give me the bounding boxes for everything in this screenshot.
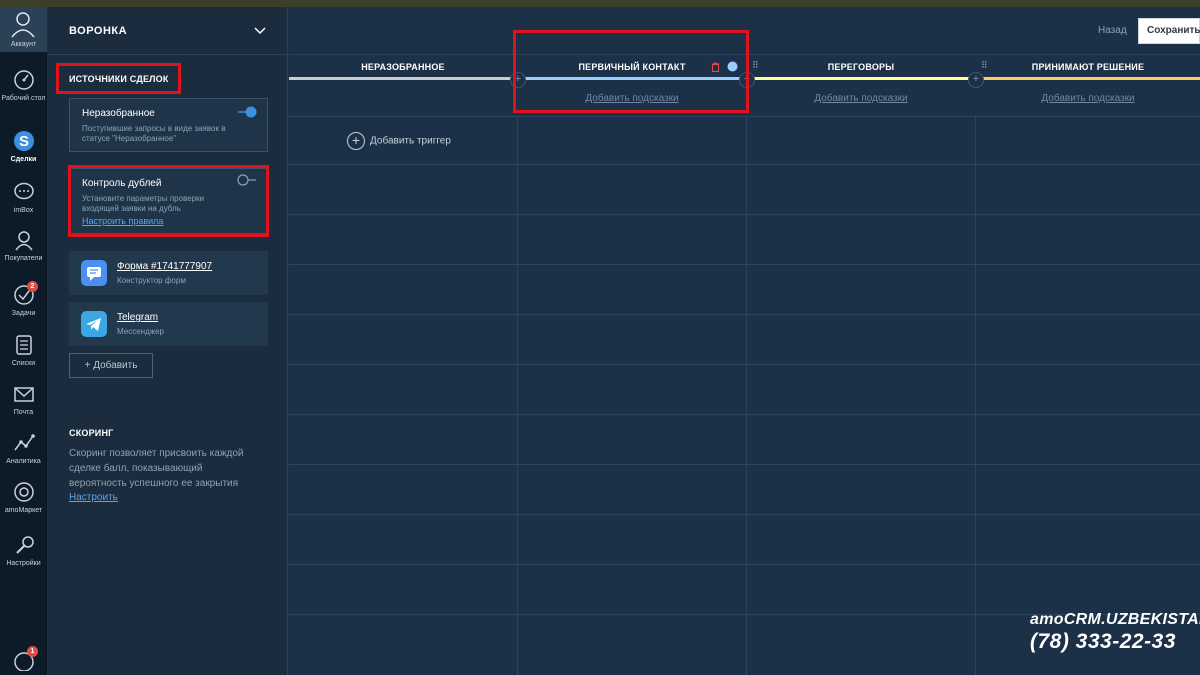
account-avatar-icon (0, 7, 47, 41)
customers-icon (14, 231, 33, 251)
nav-market[interactable]: amoМаркет (0, 481, 47, 515)
column-deciding: ⠿ ПРИНИМАЮТ РЕШЕНИЕ Добавить подсказки (976, 55, 1200, 116)
watermark-brand: amoCRM.UZBEKISTAN (1030, 611, 1200, 628)
nav-lists[interactable]: Списки (0, 334, 47, 368)
add-hints-link[interactable]: Добавить подсказки (976, 93, 1200, 104)
tasks-badge: 2 (27, 281, 38, 292)
nav-label: Аналитика (6, 458, 41, 465)
nav-settings[interactable]: Настройки (0, 534, 47, 568)
nav-customers[interactable]: Покупатели (0, 229, 47, 263)
nav-notifications[interactable]: 1 (0, 646, 47, 674)
column-color-bar (289, 77, 517, 80)
watermark-phone: (78) 333-22-33 (1030, 630, 1176, 653)
telegram-icon (81, 311, 107, 337)
unsorted-title: Неразобранное (82, 108, 155, 119)
nav-analytics[interactable]: Аналитика (0, 432, 47, 466)
top-strip (0, 0, 1200, 7)
grid-line (289, 414, 1200, 415)
deals-icon: S (13, 131, 34, 151)
highlight-box (513, 30, 749, 113)
nav-label: Задачи (11, 310, 36, 317)
market-icon (13, 482, 34, 502)
source-name[interactable]: Telegram (117, 312, 158, 323)
source-sub: Мессенджер (117, 327, 164, 336)
grid-line (289, 564, 1200, 565)
nav-label: Сделки (10, 156, 37, 163)
nav-label: Настройки (6, 560, 41, 567)
mail-icon (13, 387, 34, 402)
chat-icon (13, 182, 34, 200)
add-source-button[interactable]: + Добавить (69, 353, 153, 378)
grid-line (517, 116, 518, 675)
account-button[interactable]: Аккаунт (0, 7, 47, 52)
grid-line (289, 364, 1200, 365)
grid-line (289, 264, 1200, 265)
source-sub: Конструктор форм (117, 276, 186, 285)
nav-label: amoМаркет (4, 507, 43, 514)
svg-text:S: S (18, 133, 28, 150)
watermark: amoCRM.UZBEKISTAN (78) 333-22-33 (1030, 611, 1200, 654)
source-item-telegram[interactable]: Telegram Мессенджер (69, 302, 268, 346)
source-name[interactable]: Форма #1741777907 (117, 261, 212, 272)
plus-circle-icon: + (347, 132, 365, 150)
plus-icon: + (84, 360, 94, 371)
nav-label: Рабочий стол (1, 95, 46, 102)
nav-label: imBox (13, 207, 34, 214)
nav-dashboard[interactable]: Рабочий стол (0, 69, 47, 103)
grid-line (289, 464, 1200, 465)
grid-line (289, 314, 1200, 315)
analytics-icon (13, 434, 35, 451)
add-stage-button[interactable]: + (968, 72, 984, 88)
scoring-configure-link[interactable]: Настроить (69, 492, 118, 503)
grid-line (289, 214, 1200, 215)
highlight-box (68, 165, 269, 237)
nav-label: Почта (13, 409, 34, 416)
column-color-bar (976, 77, 1200, 80)
add-trigger-label: Добавить триггер (370, 135, 451, 147)
scoring-desc: Скоринг позволяет присвоить каждой сделк… (69, 448, 244, 489)
add-hints-link[interactable]: Добавить подсказки (747, 93, 975, 104)
unsorted-card: Неразобранное Поступившие запросы в виде… (69, 98, 268, 152)
grid-line (975, 116, 976, 675)
scoring-title: СКОРИНГ (69, 428, 114, 438)
column-color-bar (747, 77, 975, 80)
source-item-form[interactable]: Форма #1741777907 Конструктор форм (69, 251, 268, 295)
add-source-label: Добавить (93, 360, 138, 371)
unsorted-desc: Поступившие запросы в виде заявок в стат… (82, 124, 226, 143)
column-title[interactable]: ПРИНИМАЮТ РЕШЕНИЕ (976, 62, 1200, 72)
settings-icon (15, 536, 34, 554)
column-title: НЕРАЗОБРАННОЕ (361, 62, 445, 72)
notifications-badge: 1 (27, 646, 38, 657)
nav-imbox[interactable]: imBox (0, 181, 47, 215)
nav-mail[interactable]: Почта (0, 383, 47, 417)
grid-line (746, 116, 747, 675)
left-nav-rail: Аккаунт Рабочий стол S Сделки imBox Поку… (0, 7, 47, 675)
save-button[interactable]: Сохранить (1138, 18, 1200, 44)
nav-tasks[interactable]: 2 Задачи (0, 281, 47, 318)
highlight-box (56, 63, 181, 94)
grid-line (289, 164, 1200, 165)
nav-deals[interactable]: S Сделки (0, 130, 47, 164)
column-title[interactable]: ПЕРЕГОВОРЫ (747, 62, 975, 72)
nav-label: Покупатели (4, 255, 43, 262)
pipeline-settings-panel: ВОРОНКА ИСТОЧНИКИ СДЕЛОК Неразобранное П… (48, 7, 288, 675)
unsorted-toggle[interactable] (237, 106, 257, 118)
lists-icon (15, 335, 32, 355)
account-label: Аккаунт (10, 41, 37, 48)
form-icon (81, 260, 107, 286)
nav-label: Списки (11, 360, 36, 367)
grid-line (289, 514, 1200, 515)
column-unsorted: НЕРАЗОБРАННОЕ (289, 55, 517, 116)
panel-header[interactable]: ВОРОНКА (48, 7, 288, 55)
add-trigger-button[interactable]: + Добавить триггер (347, 132, 451, 150)
back-button[interactable]: Назад (1098, 25, 1127, 36)
column-negotiations: ⠿ ПЕРЕГОВОРЫ Добавить подсказки (747, 55, 975, 116)
chevron-down-icon[interactable] (254, 24, 266, 36)
grid-line (289, 116, 1200, 117)
dashboard-icon (13, 70, 34, 90)
panel-title: ВОРОНКА (69, 25, 128, 37)
